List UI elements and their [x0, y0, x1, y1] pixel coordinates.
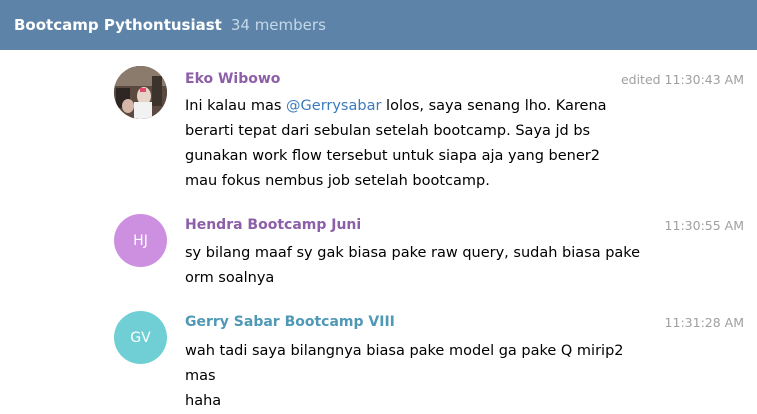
message-text-part: Ini kalau mas — [185, 98, 287, 114]
message-timestamp: edited 11:30:43 AM — [620, 72, 744, 87]
avatar-initials[interactable]: HJ — [114, 214, 167, 267]
mention-link[interactable]: @Gerrysabar — [286, 98, 381, 114]
message-timestamp: 11:31:28 AM — [664, 315, 744, 330]
sender-name[interactable]: Hendra Bootcamp Juni — [185, 217, 361, 233]
avatar-photo[interactable] — [114, 66, 167, 119]
avatar-initials-text: GV — [130, 329, 151, 346]
message-text: sy bilang maaf sy gak biasa pake raw que… — [185, 245, 641, 286]
avatar-initials-text: HJ — [133, 232, 148, 249]
sender-name[interactable]: Gerry Sabar Bootcamp VIII — [185, 314, 395, 330]
message-timestamp: 11:30:55 AM — [664, 218, 744, 233]
avatar-photo-image — [114, 66, 167, 119]
chat-title[interactable]: Bootcamp Pythontusiast — [14, 16, 222, 34]
message-text: Ini kalau mas @Gerrysabar lolos, saya se… — [185, 94, 655, 194]
avatar-initials[interactable]: GV — [114, 311, 167, 364]
message-text: wah tadi saya bilangnya biasa pake model… — [185, 343, 624, 409]
chat-header: Bootcamp Pythontusiast 34 members — [0, 0, 757, 50]
member-count[interactable]: 34 members — [231, 16, 326, 34]
sender-name[interactable]: Eko Wibowo — [185, 71, 280, 87]
